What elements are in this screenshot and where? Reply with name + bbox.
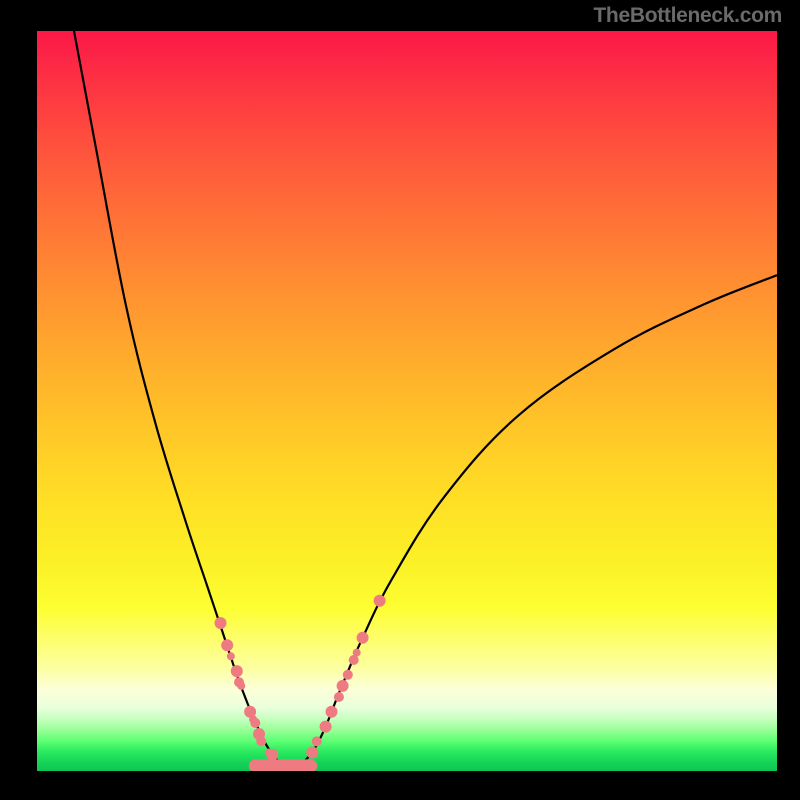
data-marker [215, 617, 227, 629]
plot-area [37, 31, 777, 771]
data-marker [357, 632, 369, 644]
chart-container: TheBottleneck.com [0, 0, 800, 800]
series-left-curve [74, 31, 289, 766]
data-marker [256, 736, 266, 746]
data-marker [326, 706, 338, 718]
data-marker [353, 649, 361, 657]
data-marker [250, 718, 260, 728]
data-marker [374, 595, 386, 607]
data-marker [306, 747, 318, 759]
data-marker [266, 749, 278, 761]
data-marker [227, 652, 235, 660]
series-right-curve [296, 275, 777, 766]
chart-svg [37, 31, 777, 771]
data-marker [237, 682, 245, 690]
data-marker [343, 670, 353, 680]
watermark-text: TheBottleneck.com [593, 4, 782, 28]
data-marker [312, 736, 322, 746]
data-marker [231, 665, 243, 677]
data-marker [334, 692, 344, 702]
markers-layer [215, 595, 386, 761]
data-marker [337, 680, 349, 692]
lines-layer [74, 31, 777, 766]
data-marker [320, 721, 332, 733]
data-marker [221, 639, 233, 651]
